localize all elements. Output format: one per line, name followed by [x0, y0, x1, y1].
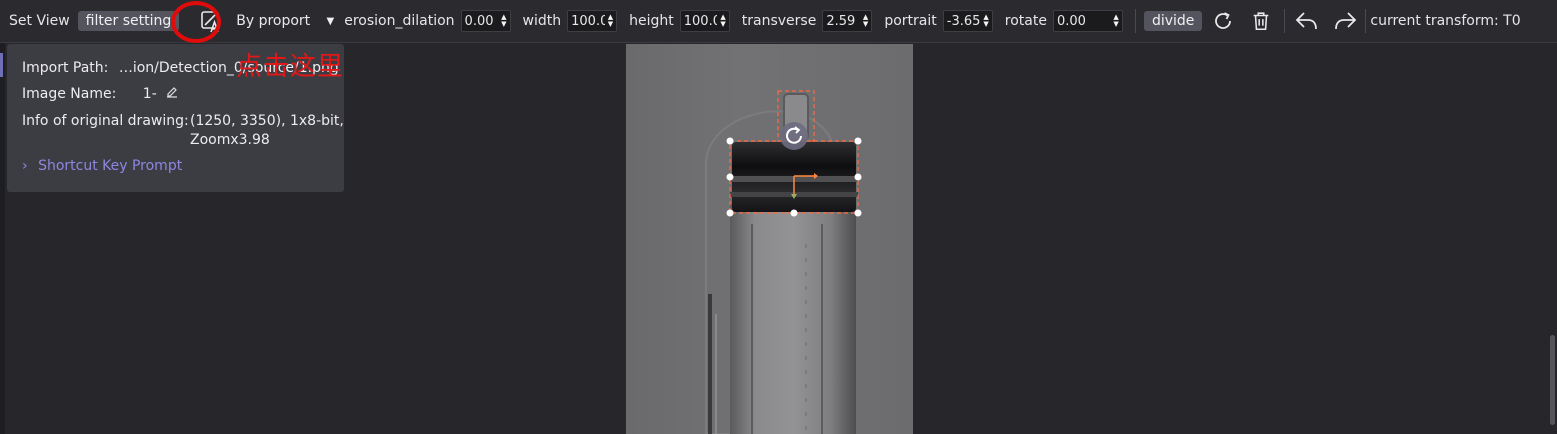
- toolbar-divider: [1365, 9, 1367, 33]
- rotate-value: 0.00: [1056, 13, 1086, 29]
- image-preview[interactable]: [626, 44, 913, 434]
- trash-icon: [1254, 12, 1269, 31]
- portrait-label: portrait: [884, 13, 937, 29]
- divide-button[interactable]: divide: [1143, 11, 1203, 31]
- refresh-icon: [1215, 12, 1232, 29]
- spin-arrows-icon[interactable]: ▲ ▼: [980, 14, 991, 28]
- erosion-dilation-spinbox[interactable]: 0.00 ▲ ▼: [460, 10, 511, 32]
- width-spinbox[interactable]: 100.0 ▲ ▼: [567, 10, 618, 32]
- dropdown-arrow-icon: ▼: [326, 15, 335, 27]
- toolbar-divider: [1284, 9, 1286, 33]
- transverse-value: 2.59: [826, 13, 856, 29]
- spin-arrows-icon[interactable]: ▲ ▼: [1110, 14, 1122, 28]
- rotate-label: rotate: [1004, 13, 1047, 29]
- spin-arrows-icon[interactable]: ▲ ▼: [717, 14, 728, 28]
- image-name-label: Image Name:: [22, 86, 117, 102]
- shortcut-key-label: Shortcut Key Prompt: [38, 158, 183, 174]
- resize-handle[interactable]: [854, 209, 862, 217]
- original-value-line1: (1250, 3350), 1x8-bit,: [190, 113, 344, 129]
- spin-arrows-icon[interactable]: ▲ ▼: [605, 14, 616, 28]
- left-edge-indicator: [0, 53, 3, 77]
- original-label: Info of original drawing:: [22, 113, 189, 129]
- erosion-dilation-value: 0.00: [464, 13, 494, 29]
- image-name-value: 1-: [142, 86, 157, 102]
- xray-image: [705, 90, 862, 434]
- height-value: 100.0: [683, 13, 718, 29]
- import-path-label: Import Path:: [22, 60, 109, 76]
- spin-arrows-icon[interactable]: ▲ ▼: [498, 14, 509, 28]
- scale-mode-value: By proport: [236, 13, 311, 29]
- redo-button[interactable]: [1331, 8, 1359, 34]
- original-value-line2: Zoomx3.98: [190, 132, 270, 148]
- current-transform-label: current transform: T0: [1370, 13, 1521, 29]
- width-label: width: [522, 13, 562, 29]
- chevron-right-icon: ›: [22, 158, 28, 174]
- annotation-text: 点击这里: [236, 52, 345, 82]
- toolbar: Set View filter setting By proport ▼ ero…: [0, 0, 1557, 43]
- spin-arrows-icon[interactable]: ▲ ▼: [860, 14, 871, 28]
- delete-button[interactable]: [1248, 8, 1274, 34]
- portrait-spinbox[interactable]: -3.65 ▲ ▼: [942, 10, 993, 32]
- resize-handle[interactable]: [726, 137, 734, 145]
- rotate-handle-icon[interactable]: [780, 122, 808, 150]
- edit-icon[interactable]: [165, 85, 179, 99]
- resize-handle[interactable]: [790, 209, 798, 217]
- vertical-scrollbar[interactable]: [1550, 335, 1555, 425]
- height-spinbox[interactable]: 100.0 ▲ ▼: [679, 10, 730, 32]
- rotate-spinbox[interactable]: 0.00 ▲ ▼: [1052, 10, 1123, 32]
- portrait-value: -3.65: [946, 13, 981, 29]
- transverse-label: transverse: [741, 13, 817, 29]
- height-label: height: [629, 13, 674, 29]
- toolbar-divider: [1134, 9, 1136, 33]
- refresh-button[interactable]: [1210, 8, 1236, 34]
- resize-handle[interactable]: [854, 137, 862, 145]
- set-view-label[interactable]: Set View: [9, 13, 70, 29]
- undo-button[interactable]: [1293, 8, 1321, 34]
- annotation-circle: [171, 1, 221, 43]
- resize-handle[interactable]: [854, 173, 862, 181]
- redo-icon: [1335, 12, 1357, 30]
- erosion-dilation-label: erosion_dilation: [344, 13, 455, 29]
- resize-handle[interactable]: [726, 173, 734, 181]
- shortcut-key-toggle[interactable]: › Shortcut Key Prompt: [22, 158, 182, 174]
- transverse-spinbox[interactable]: 2.59 ▲ ▼: [822, 10, 873, 32]
- filter-setting-button[interactable]: filter setting: [77, 11, 180, 31]
- resize-handle[interactable]: [726, 209, 734, 217]
- undo-icon: [1296, 12, 1318, 30]
- width-value: 100.0: [571, 13, 605, 29]
- scale-mode-select[interactable]: By proport ▼: [236, 13, 335, 29]
